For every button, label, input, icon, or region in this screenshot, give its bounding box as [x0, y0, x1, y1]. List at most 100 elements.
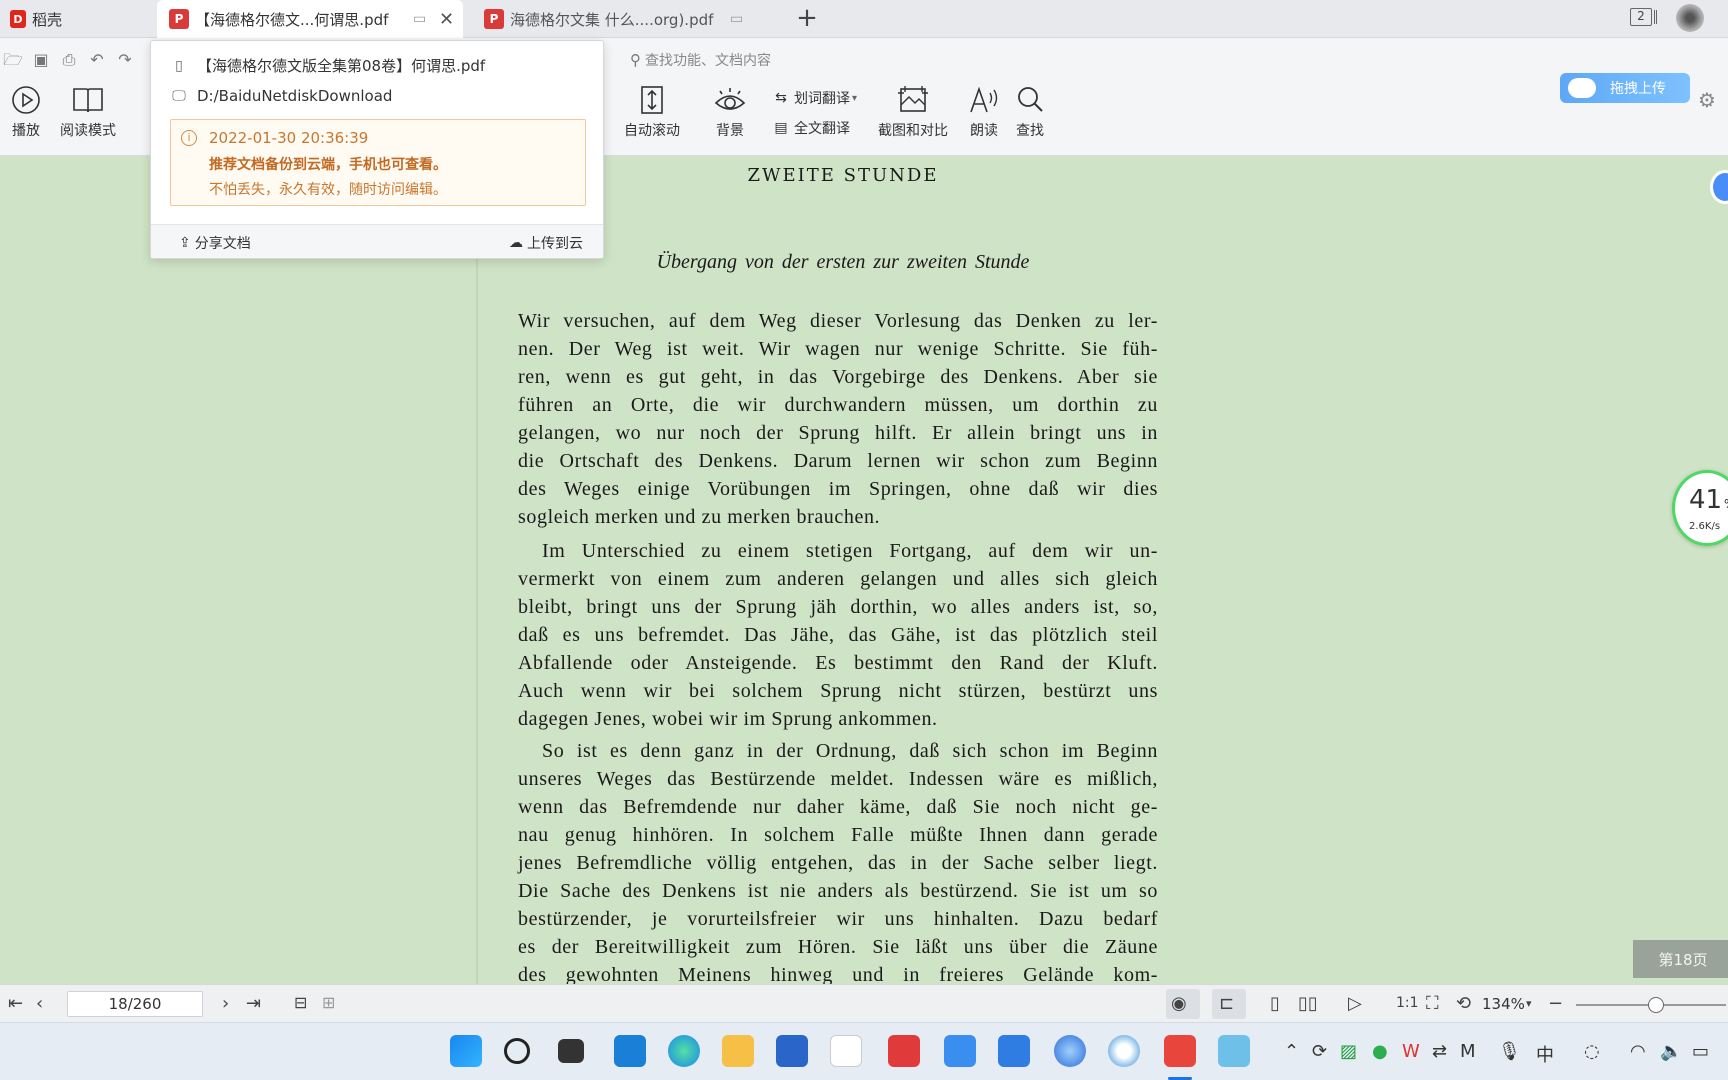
last-page-icon[interactable]: ⇥ — [246, 993, 261, 1014]
chevron-down-icon[interactable]: ▾ — [1526, 997, 1532, 1010]
info-icon: i — [181, 130, 197, 146]
text-line: bestürzender, je vorurteilsfreier wir un… — [518, 908, 1158, 930]
first-page-icon[interactable]: ⇤ — [8, 993, 23, 1014]
tab-count-bars-icon — [1654, 10, 1657, 24]
popup-path-row[interactable]: 🖵 D:/BaiduNetdiskDownload — [171, 87, 392, 105]
forward-icon[interactable]: ⊞ — [322, 993, 335, 1012]
function-search[interactable]: ⚲ 查找功能、文档内容 — [630, 48, 771, 72]
read-aloud-button[interactable]: 朗读 — [968, 84, 1000, 140]
rotate-icon[interactable]: ⟲ — [1456, 993, 1471, 1014]
text-line: ren, wenn es gut geht, in das Vorgebirge… — [518, 366, 1158, 388]
tab-count-icon[interactable]: 2 — [1630, 8, 1652, 26]
mail-app-icon[interactable] — [830, 1035, 862, 1067]
task-view-icon[interactable] — [558, 1039, 584, 1063]
ime-icon[interactable]: ◌ — [1584, 1041, 1600, 1062]
volume-icon[interactable]: 🔈 — [1660, 1041, 1682, 1062]
eye-protection-icon[interactable]: ◉ — [1171, 993, 1187, 1014]
new-tab-button[interactable]: + — [792, 3, 822, 33]
tab-home[interactable]: D 稻壳 — [0, 0, 155, 38]
edge-browser-icon[interactable] — [668, 1035, 700, 1067]
save-icon[interactable]: ▣ — [30, 50, 52, 70]
fit-page-icon[interactable]: ⛶ — [1426, 993, 1439, 1014]
prev-page-icon[interactable]: ‹ — [36, 993, 43, 1014]
text-line: des Weges einige Vorübungen im Springen,… — [518, 478, 1158, 500]
wps-icon[interactable] — [1164, 1035, 1196, 1067]
redo-icon[interactable]: ↷ — [114, 50, 136, 70]
single-page-icon[interactable]: ▯ — [1270, 993, 1280, 1014]
text-line: jenes Befremdliche völlig entgehen, das … — [518, 852, 1158, 874]
text-line: nen. Der Weg ist weit. Wir wagen nur wen… — [518, 338, 1158, 360]
share-document-button[interactable]: ⇪ 分享文档 — [179, 233, 251, 253]
paragraph-2: Im Unterschied zu einem stetigen Fortgan… — [518, 537, 1158, 733]
wps-tray-icon[interactable]: W — [1402, 1041, 1420, 1062]
widgets-icon[interactable] — [614, 1035, 646, 1067]
store-icon[interactable] — [776, 1035, 808, 1067]
input-method-icon[interactable]: 中 — [1536, 1041, 1554, 1067]
back-icon[interactable]: ⊟ — [294, 993, 307, 1012]
tab-document-1[interactable]: P 【海德格尔德文...何谓思.pdf ▭ ✕ — [157, 0, 463, 38]
gear-icon[interactable]: ⚙ — [1698, 88, 1716, 112]
battery-icon[interactable]: ▭ — [1692, 1041, 1709, 1062]
cloud-backup-notice: i 2022-01-30 20:36:39 推荐文档备份到云端，手机也可查看。 … — [170, 119, 586, 206]
translate-icon: ⇆ — [775, 90, 787, 106]
close-tab-icon[interactable]: ✕ — [439, 9, 454, 30]
next-page-icon[interactable]: › — [222, 993, 229, 1014]
huawei-app-icon[interactable] — [888, 1035, 920, 1067]
actual-size-icon[interactable]: 1:1 — [1396, 995, 1419, 1011]
search-icon[interactable] — [504, 1038, 530, 1064]
settings-tray-icon[interactable]: ⇄ — [1432, 1041, 1447, 1062]
user-avatar[interactable] — [1676, 4, 1704, 32]
screenshot-compare-button[interactable]: 截图和对比 — [878, 84, 948, 140]
pdf-icon: P — [169, 9, 189, 29]
document-page: ZWEITE STUNDE Übergang von der ersten zu… — [478, 157, 1198, 986]
text-line: Abfallende oder Ansteigende. Es bestimmt… — [518, 652, 1158, 674]
network-speed-widget[interactable]: 41 % 2.6K/s — [1672, 470, 1728, 546]
side-panel-toggle[interactable] — [1710, 170, 1728, 204]
game-app-icon[interactable] — [1218, 1035, 1250, 1067]
sync-icon[interactable]: ⟳ — [1312, 1041, 1327, 1062]
auto-scroll-button[interactable]: 自动滚动 — [624, 84, 680, 140]
find-button[interactable]: 查找 — [1014, 84, 1046, 140]
text-line: Wir versuchen, auf dem Weg dieser Vorles… — [518, 310, 1158, 332]
baidu-upload-button[interactable]: 拖拽上传 — [1560, 73, 1690, 103]
fit-width-icon[interactable]: ⊏ — [1219, 993, 1234, 1014]
zoom-out-icon[interactable]: − — [1548, 993, 1563, 1014]
microphone-icon[interactable]: 🎙 — [1498, 1041, 1521, 1062]
page-number-input[interactable]: 18/260 — [67, 991, 203, 1017]
word-translate-button[interactable]: ⇆ 划词翻译 ▾ — [770, 88, 857, 108]
zoom-level[interactable]: 134% — [1482, 995, 1525, 1013]
pin-tab-icon[interactable]: ▭ — [730, 11, 743, 27]
cloud-app-icon[interactable] — [944, 1035, 976, 1067]
start-menu-icon[interactable] — [450, 1035, 482, 1067]
wifi-icon[interactable]: ◠ — [1630, 1041, 1646, 1062]
browser-app-icon[interactable] — [1054, 1035, 1086, 1067]
tray-app-icon[interactable]: ▨ — [1340, 1041, 1357, 1062]
page-number-badge: 第18页 — [1633, 940, 1728, 978]
read-mode-button[interactable]: 阅读模式 — [60, 84, 116, 140]
pin-tab-icon[interactable]: ▭ — [413, 11, 426, 27]
file-explorer-icon[interactable] — [722, 1035, 754, 1067]
upload-cloud-button[interactable]: ☁ 上传到云 — [509, 233, 583, 253]
open-folder-icon[interactable]: 🗁 — [2, 50, 24, 70]
tab-document-2[interactable]: P 海德格尔文集 什么....org).pdf ▭ — [474, 0, 784, 38]
pdf-icon: P — [484, 9, 504, 29]
word-translate-label: 划词翻译 — [794, 91, 850, 107]
undo-icon[interactable]: ↶ — [86, 50, 108, 70]
zoom-slider-handle[interactable] — [1647, 997, 1664, 1013]
read-aloud-label: 朗读 — [970, 123, 998, 139]
paragraph-3: So ist es denn ganz in der Ordnung, daß … — [518, 737, 1158, 989]
play-button[interactable]: 播放 — [10, 84, 42, 140]
double-page-icon[interactable]: ▯▯ — [1298, 993, 1318, 1014]
print-icon[interactable]: ⎙ — [58, 50, 80, 70]
play-icon[interactable]: ▷ — [1348, 993, 1362, 1014]
full-translate-button[interactable]: ▤ 全文翻译 — [770, 118, 850, 138]
background-button[interactable]: 背景 — [714, 84, 746, 140]
chevron-up-icon[interactable]: ⌃ — [1284, 1041, 1299, 1062]
mail-tray-icon[interactable]: M — [1460, 1041, 1476, 1062]
feishu-app-icon[interactable] — [998, 1035, 1030, 1067]
quick-access-bar: 🗁 ▣ ⎙ ↶ ↷ — [0, 48, 136, 72]
computer-icon: 🖵 — [172, 88, 186, 104]
baidu-netdisk-icon[interactable] — [1108, 1035, 1140, 1067]
tray-green-icon[interactable]: ● — [1372, 1041, 1388, 1062]
cloud-upload-icon: ☁ — [509, 235, 523, 251]
